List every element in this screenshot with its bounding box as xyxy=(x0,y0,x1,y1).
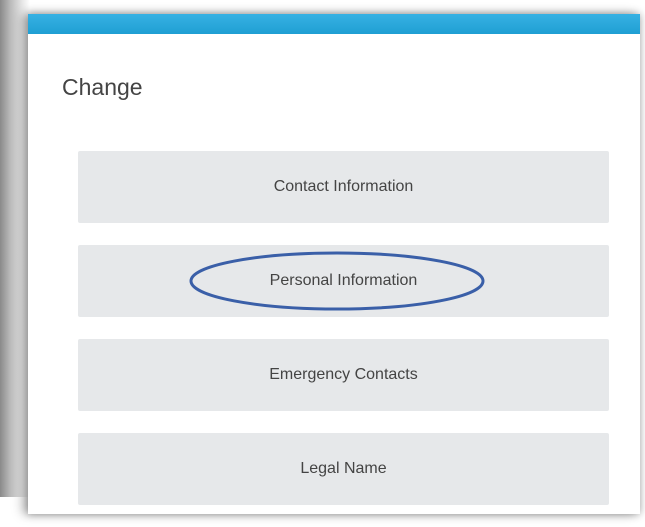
legal-name-button[interactable]: Legal Name xyxy=(78,433,609,505)
dialog-body: Change Contact Information Personal Info… xyxy=(36,34,632,514)
emergency-contacts-button[interactable]: Emergency Contacts xyxy=(78,339,609,411)
change-dialog: Change Contact Information Personal Info… xyxy=(28,14,640,514)
option-label: Personal Information xyxy=(269,272,418,289)
change-options-list: Contact Information Personal Information… xyxy=(78,151,609,527)
option-label: Contact Information xyxy=(273,178,414,195)
personal-information-button[interactable]: Personal Information xyxy=(78,245,609,317)
dialog-header-bar xyxy=(28,14,640,34)
dialog-title: Change xyxy=(62,74,143,100)
option-label: Legal Name xyxy=(300,460,387,477)
option-label: Emergency Contacts xyxy=(269,366,418,383)
contact-information-button[interactable]: Contact Information xyxy=(78,151,609,223)
